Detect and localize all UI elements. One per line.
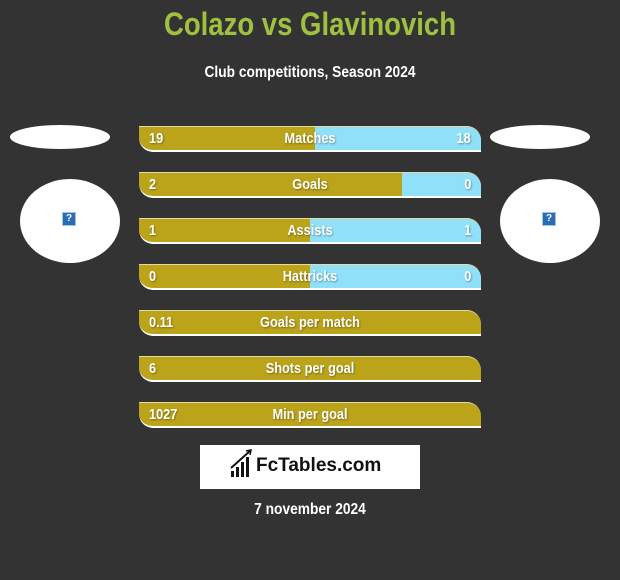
stat-row-min-per-goal: 1027 Min per goal (139, 402, 481, 428)
page-subtitle: Club competitions, Season 2024 (204, 64, 416, 81)
stat-label: Goals (292, 176, 328, 193)
missing-image-icon: ? (62, 212, 76, 226)
right-player-avatar[interactable]: ? (500, 179, 600, 263)
stat-row-goals-per-match: 0.11 Goals per match (139, 310, 481, 336)
stat-row-shots-per-goal: 6 Shots per goal (139, 356, 481, 382)
left-player-avatar[interactable]: ? (20, 179, 120, 263)
left-value: 19 (149, 130, 164, 147)
stat-label: Hattricks (282, 268, 338, 285)
fctables-logo[interactable]: FcTables.com (200, 445, 420, 489)
stat-row-hattricks: 0 Hattricks 0 (139, 264, 481, 290)
page-title: Colazo vs Glavinovich (163, 6, 457, 42)
date-label: 7 november 2024 (254, 501, 366, 518)
logo-text: FcTables.com (256, 455, 382, 476)
right-value: 1 (463, 222, 471, 239)
stat-label: Shots per goal (265, 360, 355, 377)
left-player-name-pill (10, 125, 110, 149)
stat-label: Min per goal (272, 406, 348, 423)
stat-row-matches: 19 Matches 18 (139, 126, 481, 152)
right-player-name-pill (490, 125, 590, 149)
left-value: 2 (149, 176, 157, 193)
stat-row-goals: 2 Goals 0 (139, 172, 481, 198)
stat-label: Assists (287, 222, 333, 239)
stat-label: Goals per match (260, 314, 360, 331)
right-value: 0 (463, 176, 471, 193)
right-value: 18 (456, 130, 471, 147)
stat-label: Matches (284, 130, 336, 147)
left-value: 0 (149, 268, 157, 285)
missing-image-icon: ? (542, 212, 556, 226)
left-value: 1 (149, 222, 157, 239)
stat-row-assists: 1 Assists 1 (139, 218, 481, 244)
right-value: 0 (463, 268, 471, 285)
bar-chart-logo-icon (230, 449, 252, 477)
left-value: 6 (149, 360, 157, 377)
